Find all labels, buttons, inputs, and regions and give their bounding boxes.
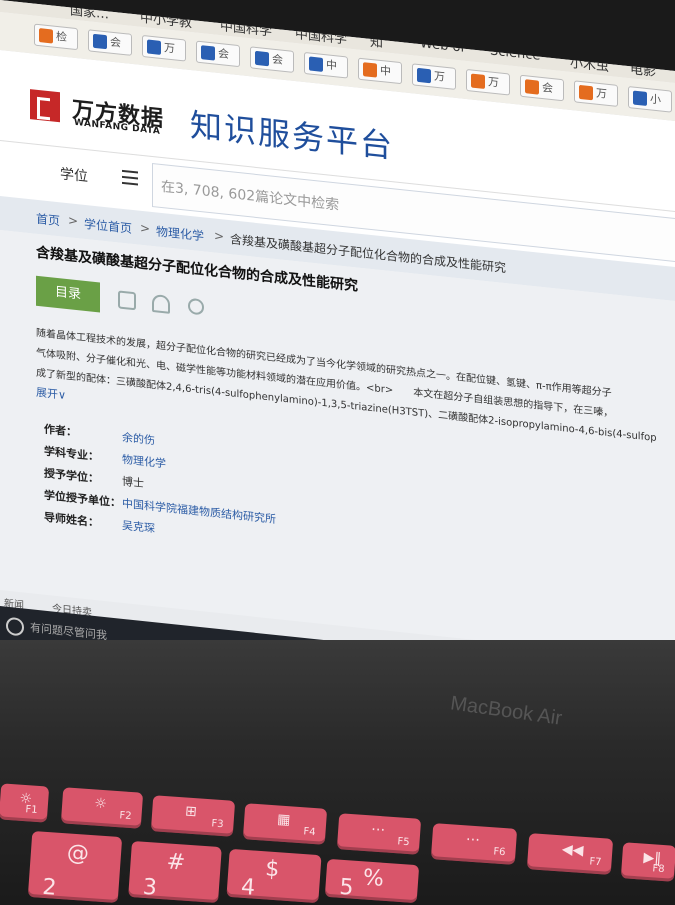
key-f5[interactable]: ⋯ F5 [336,813,422,855]
meta-key-institution: 学位授予单位： [44,488,121,510]
key-f6[interactable]: ⋯ F6 [430,823,518,865]
bookmark-science[interactable]: Science [490,44,540,64]
bell-icon[interactable] [152,293,170,314]
breadcrumb-level2[interactable]: 物理化学 [156,222,204,244]
share-icon[interactable] [188,297,204,316]
browser-tab[interactable]: 会 [196,40,240,68]
favicon-icon [633,90,647,107]
bookmark-movie[interactable]: 电影 [630,58,656,80]
key-5[interactable]: % 5 [324,858,420,904]
search-scope[interactable]: 学位 [60,163,88,186]
bookmark-5[interactable]: 知 [370,31,383,51]
monitor-screen: 国家… 中小学教 中国科学 中国科学 知 Web of Science 小木虫 … [0,0,675,721]
meta-key-advisor: 导师姓名： [44,510,99,530]
browser-tab[interactable]: 检 [34,23,78,51]
breadcrumb-separator: > [140,220,151,236]
key-f1[interactable]: ☼ F1 [0,783,50,823]
browser-tab[interactable]: 万 [412,63,456,90]
favicon-icon [255,50,269,67]
browser-tab[interactable]: 万 [574,80,618,107]
meta-value-advisor[interactable]: 吴克琛 [122,517,155,536]
cortana-icon [6,616,24,637]
favicon-icon [201,45,215,61]
browser-tab[interactable]: 万 [466,68,510,96]
favicon-icon [147,39,161,55]
breadcrumb-level1[interactable]: 学位首页 [84,215,132,237]
key-f8[interactable]: ▶‖ F8 [620,842,675,882]
favicon-icon [471,73,485,89]
platform-title: 知识服务平台 [190,105,395,166]
favicon-icon [525,79,539,95]
favicon-icon [309,56,323,72]
meta-value-degree: 博士 [122,474,144,491]
favicon-icon [363,62,377,78]
key-f7[interactable]: ◀◀ F7 [526,833,614,875]
key-3[interactable]: #3 [128,840,222,904]
meta-key-major: 学科专业： [44,444,99,464]
menu-icon[interactable] [122,169,138,186]
browser-tab[interactable]: 小 [628,86,672,113]
export-icon[interactable] [118,290,136,311]
meta-key-author: 作者： [44,422,77,440]
breadcrumb-separator: > [68,213,79,229]
key-4[interactable]: $4 [226,848,322,904]
key-f4[interactable]: ▦ F4 [242,803,328,845]
toc-button[interactable]: 目录 [36,275,100,313]
favicon-icon [579,84,593,101]
expand-link[interactable]: 展开∨ [36,384,66,403]
browser-tab[interactable]: 会 [250,46,294,73]
favicon-icon [417,67,431,84]
favicon-icon [39,28,53,44]
key-2[interactable]: @2 [27,830,123,904]
browser-tab[interactable]: 中 [358,57,402,85]
browser-tab[interactable]: 会 [520,74,564,102]
bookmark-web-of[interactable]: Web of [420,36,465,56]
wanfang-logo-icon[interactable] [30,89,60,123]
favicon-icon [93,33,107,50]
meta-key-degree: 授予学位： [44,466,99,486]
key-f3[interactable]: ⊞ F3 [150,795,236,837]
browser-tab[interactable]: 中 [304,51,348,79]
browser-tab[interactable]: 万 [142,34,186,62]
browser-tab[interactable]: 会 [88,29,132,56]
meta-value-author[interactable]: 余的伤 [122,429,155,448]
meta-value-major[interactable]: 物理化学 [122,451,166,472]
breadcrumb-home[interactable]: 首页 [36,210,60,230]
key-f2[interactable]: ☼ F2 [60,787,144,829]
breadcrumb-separator: > [214,228,225,244]
